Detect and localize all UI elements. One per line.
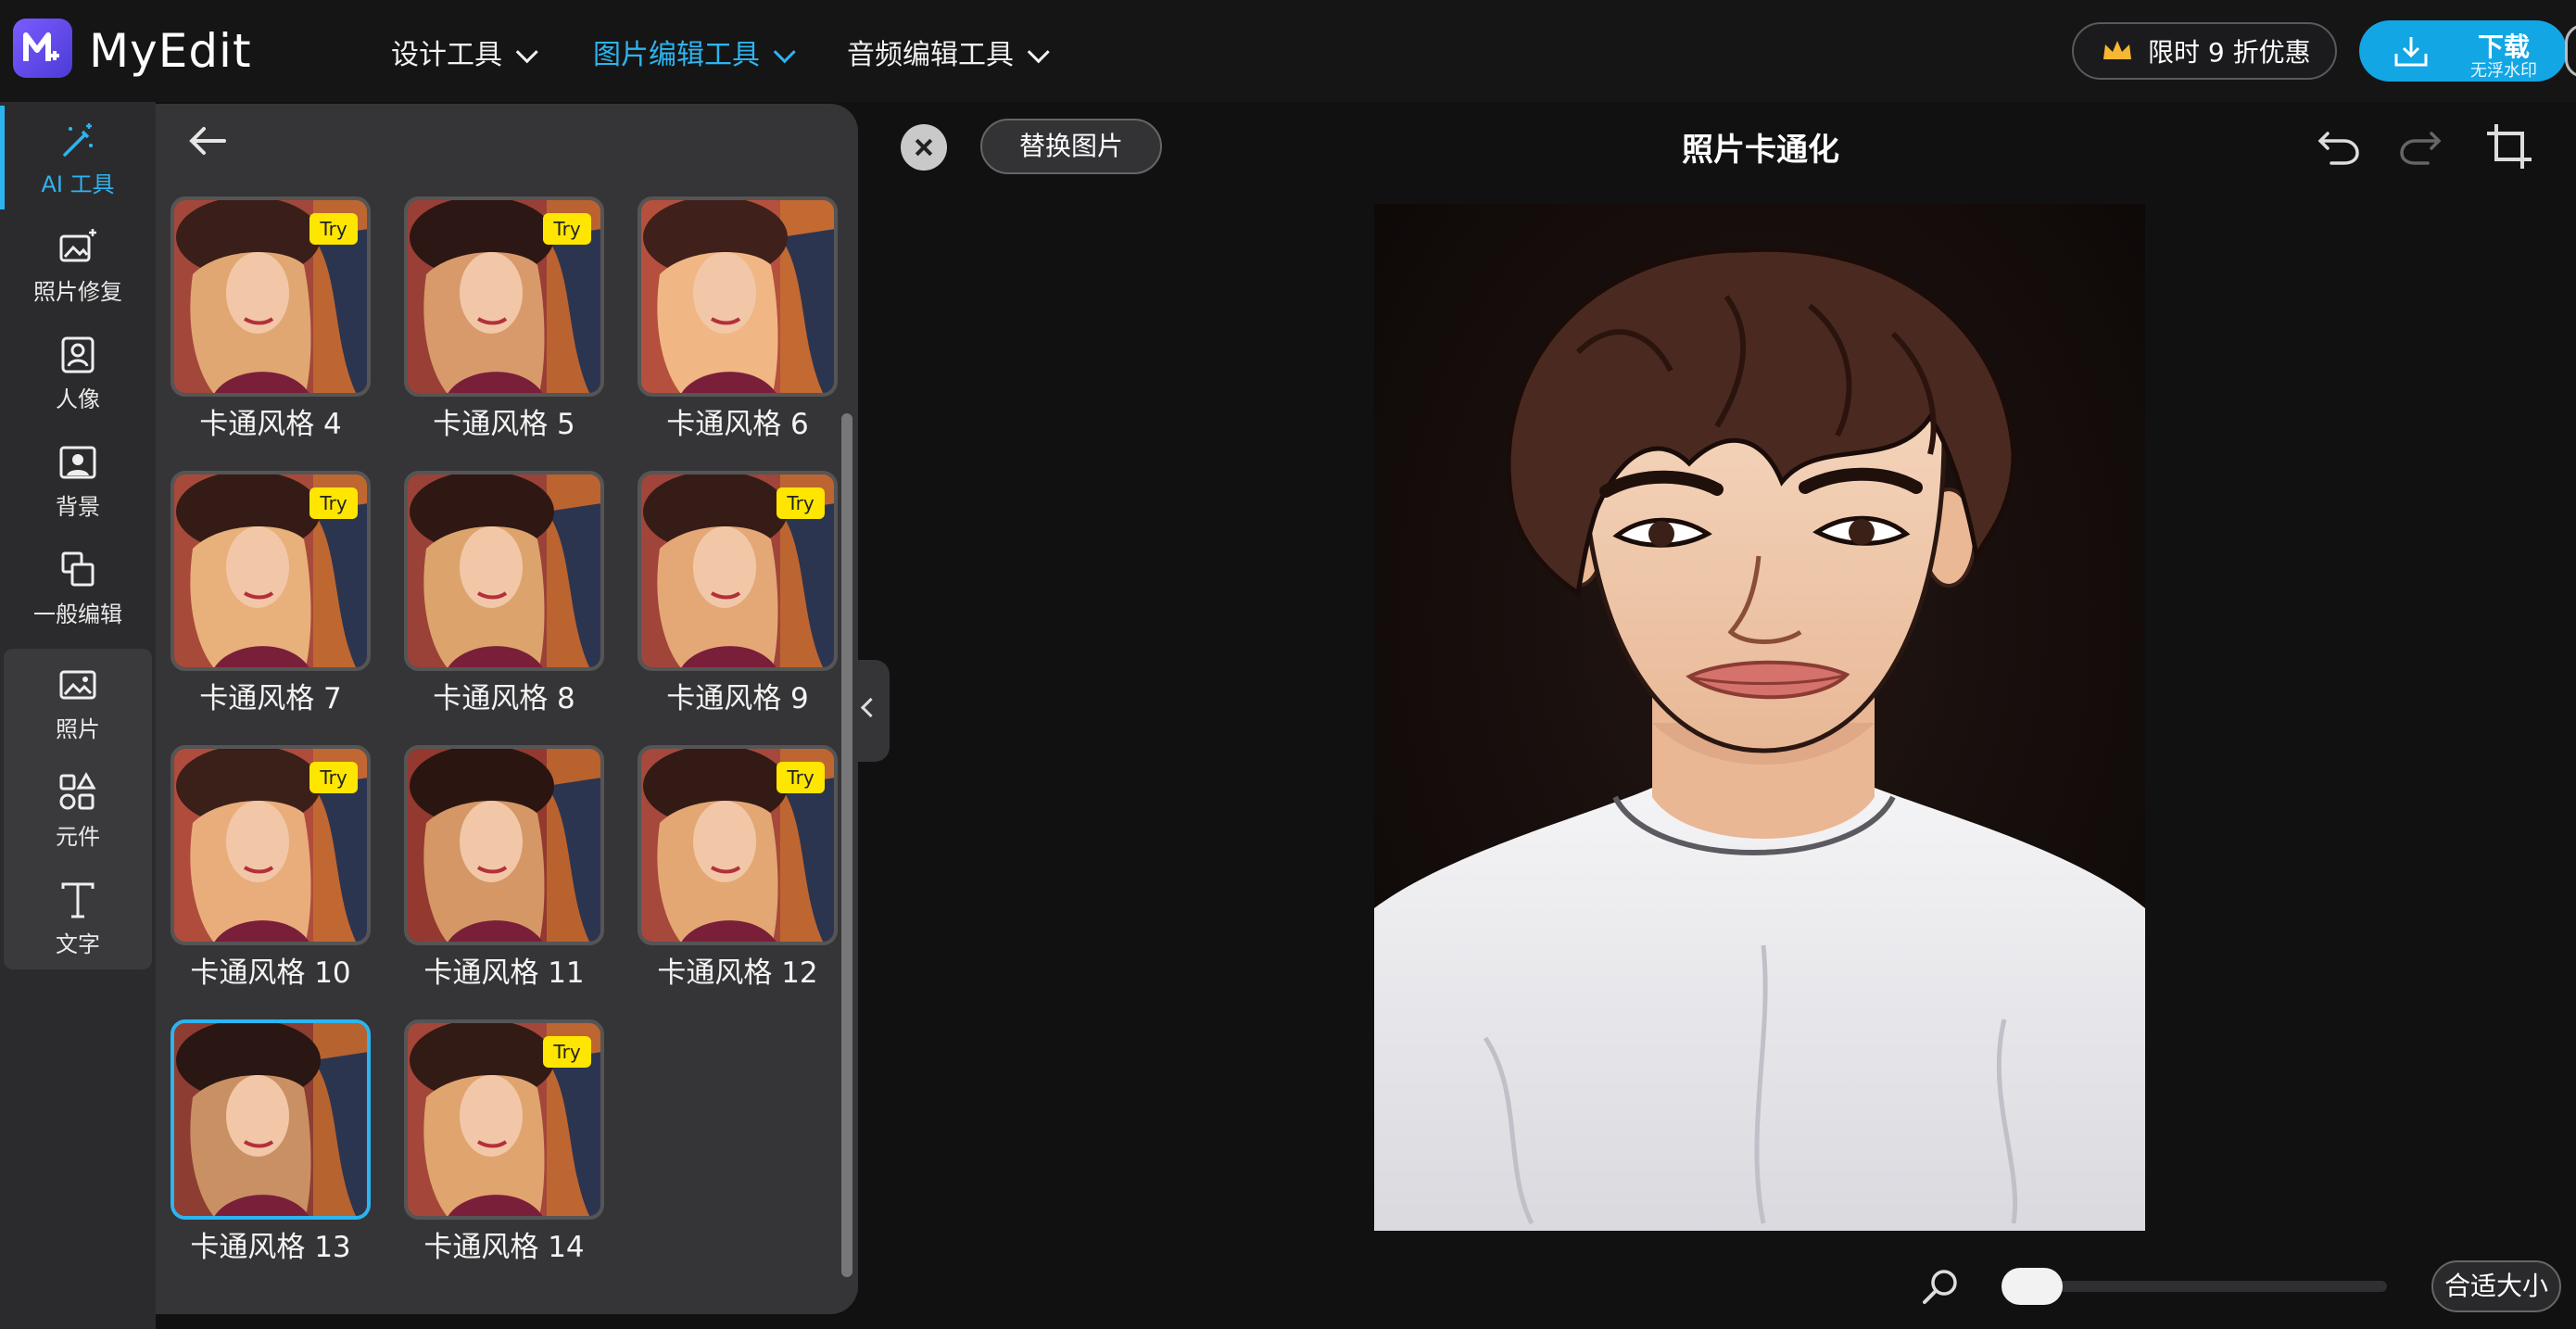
try-badge: Try [543,213,591,245]
rail-label: 文字 [56,930,100,957]
portrait-icon [61,336,95,373]
rail-item-text[interactable]: 文字 [0,867,156,969]
style-thumbnail[interactable] [404,471,604,671]
rail-label: 照片 [56,715,100,742]
style-thumbnail[interactable]: Try [638,471,838,671]
page-title: 照片卡通化 [1682,132,1839,169]
layers-icon [61,551,95,586]
close-icon[interactable] [901,124,947,171]
style-thumbnail[interactable]: Try [404,1019,604,1220]
rail-item-ai-tools[interactable]: AI 工具 [0,108,156,209]
myedit-logo-icon[interactable] [13,19,72,78]
try-badge: Try [777,762,825,793]
background-icon [59,446,96,478]
try-badge: Try [309,487,358,519]
try-badge: Try [543,1036,591,1068]
style-preview-image [408,749,600,942]
rail-item-elements[interactable]: 元件 [0,760,156,862]
shapes-icon [59,771,96,809]
back-arrow-icon[interactable] [183,122,232,159]
style-thumbnail[interactable] [170,1019,371,1220]
style-label: 卡通风格 5 [433,408,575,441]
zoom-slider-handle[interactable] [2001,1268,2063,1305]
photo-icon [59,670,96,699]
magic-wand-icon [63,122,93,157]
crop-icon[interactable] [2483,120,2535,172]
style-thumbnail[interactable] [638,196,838,397]
rail-item-portrait[interactable]: 人像 [0,323,156,424]
rail-label: 人像 [56,386,100,412]
fit-size-button[interactable]: 合适大小 [2431,1260,2561,1312]
style-thumbnail[interactable] [404,745,604,945]
image-sparkle-icon [59,228,96,261]
collapse-panel-button[interactable] [852,660,890,762]
style-label: 卡通风格 4 [199,408,342,441]
style-label: 卡通风格 11 [423,956,585,990]
rail-label: 背景 [56,493,100,520]
style-label: 卡通风格 6 [666,408,809,441]
style-preview-image [641,200,834,393]
rail-item-photo[interactable]: 照片 [0,652,156,754]
nav-photo-edit-tools[interactable]: 图片编辑工具 [593,32,796,72]
undo-icon[interactable] [2313,120,2365,172]
rail-item-photo-repair[interactable]: 照片修复 [0,215,156,317]
style-label: 卡通风格 8 [433,682,575,715]
style-thumbnail[interactable]: Try [170,471,371,671]
replace-image-button[interactable]: 替换图片 [980,119,1162,174]
nav-label: 设计工具 [391,39,502,71]
style-thumbnail[interactable]: Try [638,745,838,945]
style-label: 卡通风格 10 [190,956,351,990]
style-preview-image [408,475,600,667]
cartoon-photo [1374,204,2145,1231]
promo-button[interactable]: 限时 9 折优惠 [2072,22,2337,80]
rail-item-general-edit[interactable]: 一般编辑 [0,538,156,639]
zoom-icon[interactable] [1920,1266,1961,1307]
nav-label: 音频编辑工具 [847,39,1014,71]
style-label: 卡通风格 7 [199,682,342,715]
nav-audio-edit-tools[interactable]: 音频编辑工具 [847,32,1050,72]
redo-icon[interactable] [2394,120,2446,172]
try-badge: Try [309,213,358,245]
style-label: 卡通风格 9 [666,682,809,715]
download-button[interactable]: 下载 无浮水印 [2359,20,2567,82]
text-icon [61,882,95,918]
style-label: 卡通风格 13 [190,1231,351,1264]
panel-scrollbar-thumb[interactable] [841,413,852,1277]
promo-label: 限时 9 折优惠 [2148,37,2311,68]
nav-design-tools[interactable]: 设计工具 [391,32,538,72]
style-thumbnail[interactable]: Try [170,196,371,397]
try-badge: Try [777,487,825,519]
style-label: 卡通风格 12 [657,956,818,990]
style-thumbnail[interactable]: Try [170,745,371,945]
try-badge: Try [309,762,358,793]
rail-label: 照片修复 [33,278,122,305]
rail-item-background[interactable]: 背景 [0,430,156,532]
rail-label: AI 工具 [41,171,115,197]
style-thumbnail[interactable]: Try [404,196,604,397]
download-sublabel: 无浮水印 [2470,61,2537,81]
nav-label: 图片编辑工具 [593,39,760,71]
rail-label: 元件 [56,823,100,850]
download-icon [2394,37,2428,67]
crown-icon [2103,41,2131,59]
rail-label: 一般编辑 [33,601,122,627]
style-preview-image [174,1023,367,1216]
chevron-left-icon [860,697,881,718]
style-label: 卡通风格 14 [423,1231,585,1264]
app-name[interactable]: MyEdit [89,24,252,78]
